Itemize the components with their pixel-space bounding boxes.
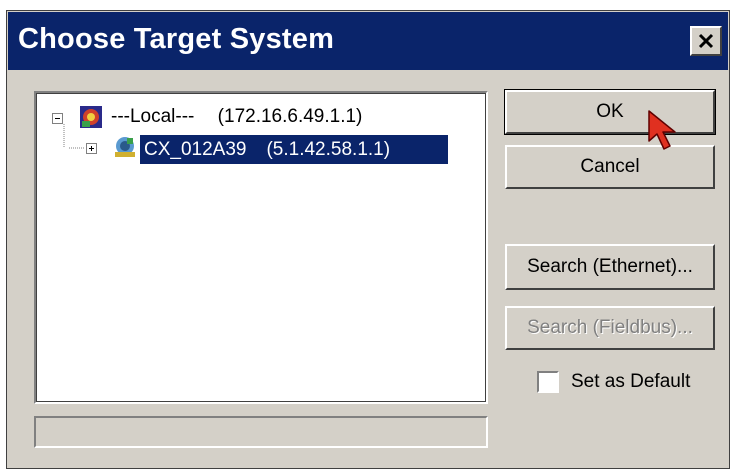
tree-item-label: ---Local--- (111, 106, 195, 127)
tree-item-address: (5.1.42.58.1.1) (266, 138, 391, 160)
set-as-default-label: Set as Default (571, 371, 691, 392)
plc-runtime-icon (80, 106, 102, 128)
dialog-title: Choose Target System (18, 23, 335, 55)
network-device-icon (115, 137, 135, 157)
collapse-toggle-icon[interactable] (52, 113, 63, 124)
tree-item-address: (172.16.6.49.1.1) (217, 106, 363, 127)
tree-item-local[interactable]: ---Local--- (172.16.6.49.1.1) (111, 106, 362, 128)
target-tree-view[interactable]: ---Local--- (172.16.6.49.1.1) CX_012A39 … (34, 91, 488, 404)
expand-toggle-icon[interactable] (86, 143, 97, 154)
close-icon (698, 33, 714, 49)
set-as-default-checkbox[interactable] (537, 371, 559, 393)
search-fieldbus-button[interactable]: Search (Fieldbus)... (505, 306, 715, 350)
title-bar[interactable]: Choose Target System (8, 12, 728, 70)
choose-target-dialog: Choose Target System ---Local--- (172.16… (6, 10, 730, 469)
tree-item-label: CX_012A39 (144, 138, 247, 160)
status-field (34, 416, 488, 448)
close-button[interactable] (690, 26, 722, 56)
search-ethernet-button[interactable]: Search (Ethernet)... (505, 244, 715, 290)
mouse-pointer-icon (648, 110, 676, 150)
tree-item-cx-012a39[interactable]: CX_012A39 (5.1.42.58.1.1) (140, 135, 448, 164)
